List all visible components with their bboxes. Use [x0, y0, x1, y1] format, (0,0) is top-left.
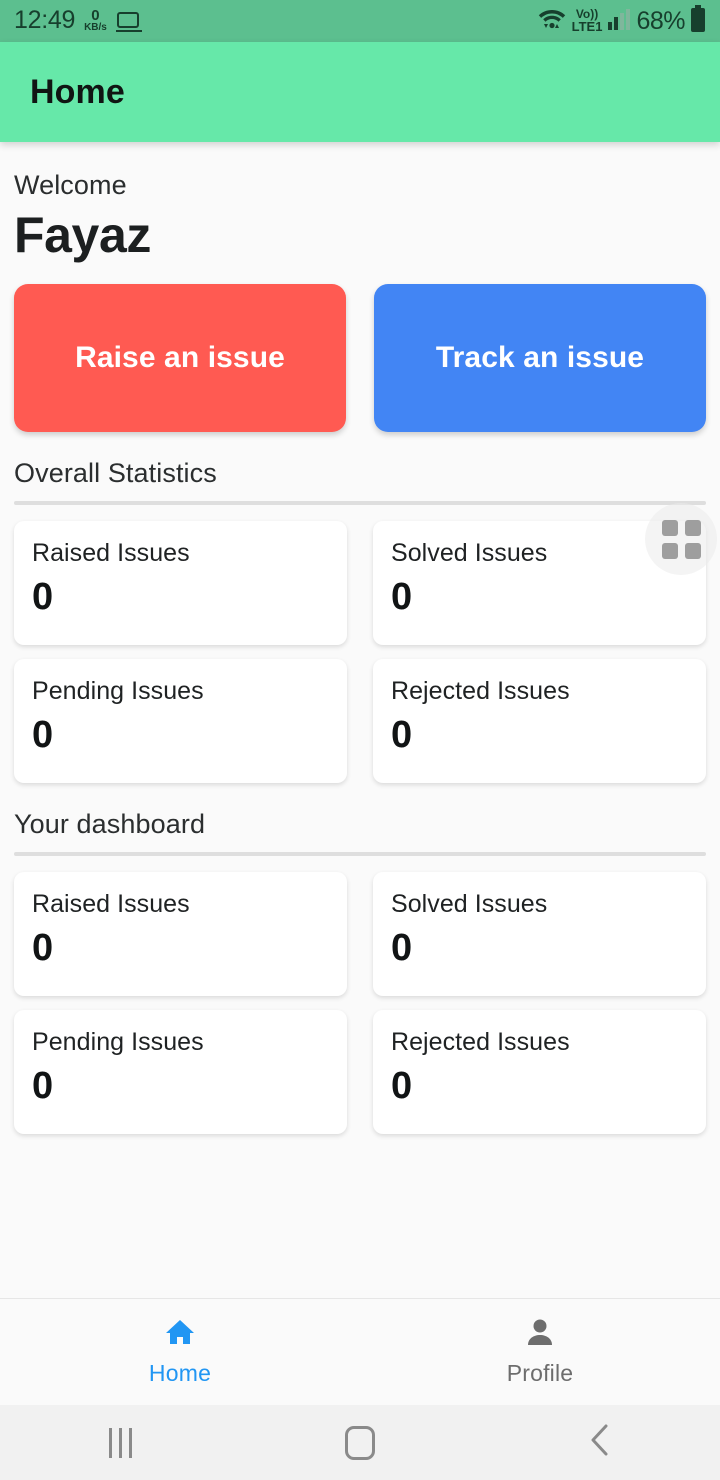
recents-button[interactable] — [0, 1427, 240, 1458]
stat-card-value: 0 — [391, 1064, 413, 1107]
welcome-username: Fayaz — [14, 207, 151, 263]
section-divider — [14, 851, 706, 856]
status-time: 12:49 — [14, 5, 76, 34]
network-speed-indicator: 0 KB/s — [84, 8, 107, 34]
stat-card-value: 0 — [32, 575, 54, 618]
raise-an-issue-button[interactable]: Raise an issue — [14, 283, 346, 432]
main-content: Welcome Fayaz Raise an issue Track an is… — [0, 142, 720, 1298]
bottom-navigation-bar: Home Profile — [0, 1298, 720, 1405]
person-icon — [525, 1318, 555, 1351]
stat-card-value: 0 — [391, 713, 413, 756]
stat-card[interactable]: Solved Issues 0 — [373, 871, 706, 996]
stat-card-label: Pending Issues — [32, 1027, 204, 1056]
page-title: Home — [30, 72, 125, 111]
wifi-icon — [537, 6, 567, 37]
stat-card-label: Solved Issues — [391, 889, 548, 918]
welcome-greeting: Welcome — [14, 170, 127, 200]
status-bar-left: 12:49 0 KB/s — [14, 5, 142, 34]
back-chevron-icon — [588, 1423, 612, 1462]
nav-item-profile[interactable]: Profile — [360, 1299, 720, 1405]
stat-card-label: Raised Issues — [32, 538, 190, 567]
stat-card-label: Pending Issues — [32, 676, 204, 705]
your-dashboard-section: Your dashboard Raised Issues 0 Solved Is… — [0, 809, 720, 1134]
battery-icon — [690, 4, 706, 38]
your-dashboard-title: Your dashboard — [14, 808, 206, 839]
overall-statistics-grid: Raised Issues 0 Solved Issues 0 Pending … — [0, 520, 720, 783]
stat-card-label: Raised Issues — [32, 889, 190, 918]
battery-percent-label: 68% — [636, 6, 685, 35]
floating-overlay-button[interactable] — [645, 503, 717, 575]
stat-card[interactable]: Pending Issues 0 — [14, 1009, 347, 1134]
network-speed-value: 0 — [91, 7, 100, 25]
grid-squares-icon — [661, 519, 701, 559]
your-dashboard-grid: Raised Issues 0 Solved Issues 0 Pending … — [0, 871, 720, 1134]
stat-card-value: 0 — [391, 926, 413, 969]
welcome-section: Welcome Fayaz — [0, 142, 720, 262]
network-speed-unit: KB/s — [84, 22, 107, 34]
home-button[interactable] — [240, 1425, 480, 1460]
status-bar-right: Vo)) LTE1 68% — [537, 4, 706, 38]
overall-statistics-title: Overall Statistics — [14, 457, 217, 488]
stat-card-value: 0 — [32, 1064, 54, 1107]
stat-card-value: 0 — [32, 926, 54, 969]
home-square-icon — [345, 1425, 375, 1460]
stat-card-value: 0 — [32, 713, 54, 756]
app-bar: Home — [0, 42, 720, 142]
volte-indicator: Vo)) LTE1 — [572, 8, 603, 34]
back-button[interactable] — [480, 1423, 720, 1462]
android-system-nav — [0, 1405, 720, 1480]
phone-screen: 12:49 0 KB/s Vo)) LTE1 68% Home Welcome … — [0, 0, 720, 1480]
stat-card[interactable]: Rejected Issues 0 — [373, 658, 706, 783]
signal-bars-icon — [607, 8, 631, 35]
stat-card[interactable]: Rejected Issues 0 — [373, 1009, 706, 1134]
action-button-row: Raise an issue Track an issue — [0, 283, 720, 432]
overall-statistics-section: Overall Statistics Raised Issues 0 Solve… — [0, 458, 720, 783]
stat-card[interactable]: Raised Issues 0 — [14, 520, 347, 645]
track-an-issue-button[interactable]: Track an issue — [374, 283, 706, 432]
monitor-icon — [115, 11, 142, 33]
nav-item-label: Profile — [506, 1359, 574, 1386]
stat-card-value: 0 — [391, 575, 413, 618]
stat-card[interactable]: Pending Issues 0 — [14, 658, 347, 783]
stat-card-label: Rejected Issues — [391, 676, 570, 705]
stat-card[interactable]: Raised Issues 0 — [14, 871, 347, 996]
status-bar: 12:49 0 KB/s Vo)) LTE1 68% — [0, 0, 720, 42]
stat-card-label: Rejected Issues — [391, 1027, 570, 1056]
nav-item-label: Home — [148, 1359, 212, 1386]
section-divider — [14, 500, 706, 505]
recents-icon — [108, 1427, 132, 1458]
home-icon — [165, 1318, 195, 1351]
volte-bottom-label: LTE1 — [571, 19, 603, 35]
nav-item-home[interactable]: Home — [0, 1299, 360, 1405]
